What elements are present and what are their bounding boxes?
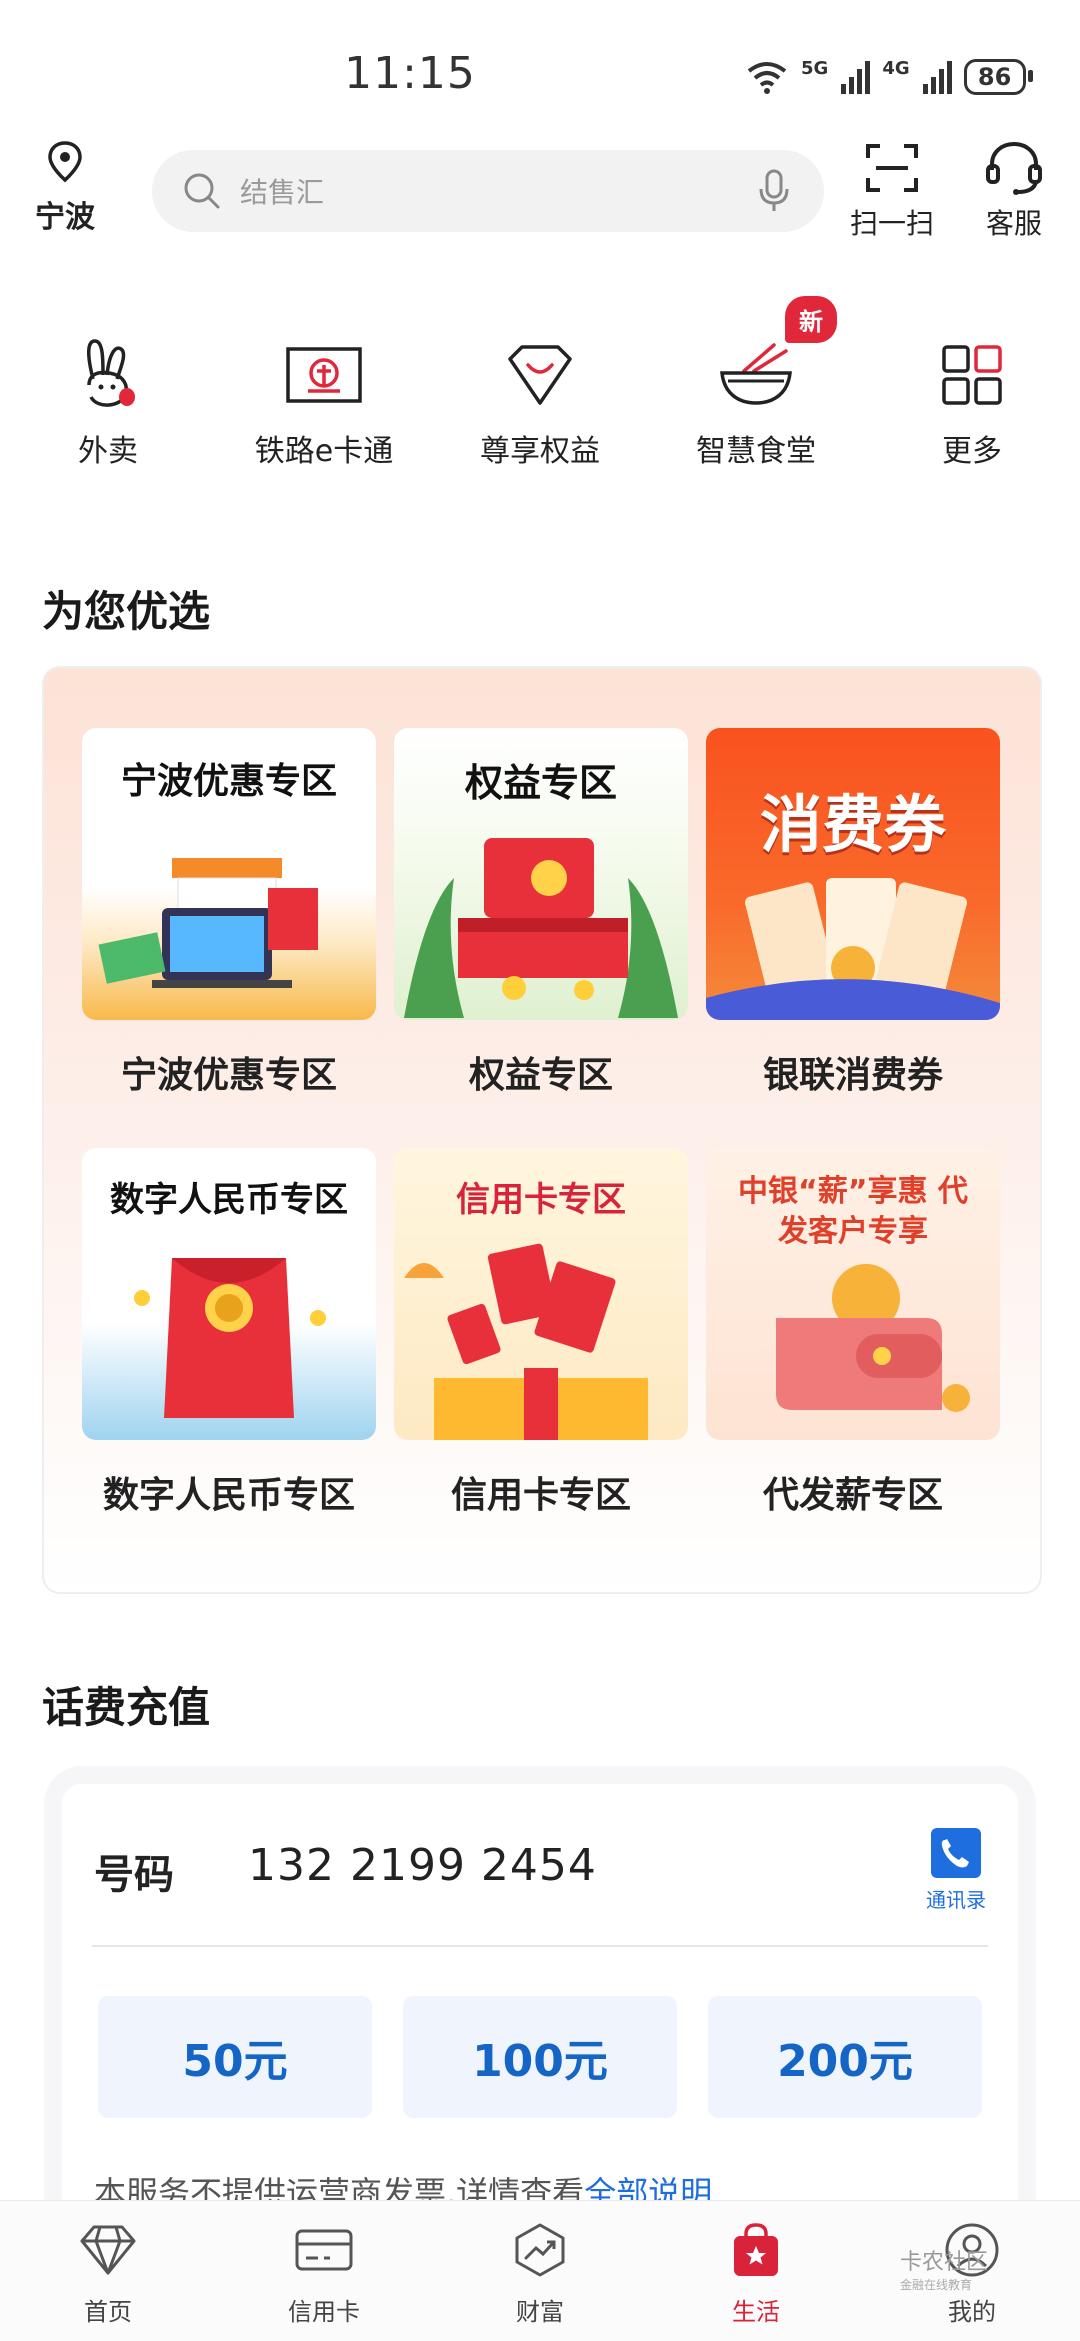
card-title-digital-rmb: 数字人民币专区 bbox=[102, 1475, 355, 1516]
location-label: 宁波 bbox=[35, 200, 95, 235]
network-5g-label: 5G bbox=[801, 58, 829, 79]
rabbit-icon bbox=[87, 339, 135, 407]
tab-label-wealth: 财富 bbox=[516, 2298, 564, 2326]
nav-item-more[interactable]: 更多 bbox=[892, 330, 1052, 470]
card-digital-rmb[interactable]: 数字人民币专区 数字人民币专区 bbox=[82, 1148, 376, 1518]
microphone-icon[interactable] bbox=[754, 167, 794, 215]
status-icons: 5G 4G 86 bbox=[745, 52, 1033, 102]
wallet-icon bbox=[776, 1264, 970, 1412]
watermark: 卡农社区 金融在线教育 bbox=[900, 2252, 988, 2296]
card-title-unionpay-coupons: 银联消费券 bbox=[762, 1055, 943, 1096]
railway-card-icon bbox=[286, 347, 362, 403]
tab-label-credit-card: 信用卡 bbox=[288, 2298, 360, 2326]
location-pin-icon bbox=[48, 141, 82, 183]
recharge-divider bbox=[92, 1945, 988, 1947]
nav-label-privileges: 尊享权益 bbox=[480, 434, 600, 469]
falling-envelopes-icon bbox=[404, 1243, 648, 1440]
red-envelope-icon bbox=[134, 1258, 326, 1418]
battery-indicator: 86 bbox=[963, 59, 1033, 95]
shopping-bag-icon bbox=[734, 2223, 778, 2276]
nav-item-privileges[interactable]: 尊享权益 bbox=[460, 330, 620, 470]
customer-service-button[interactable]: 客服 bbox=[964, 140, 1064, 242]
tab-label-mine: 我的 bbox=[948, 2298, 996, 2326]
noodle-bowl-icon bbox=[720, 343, 792, 405]
contacts-label: 通讯录 bbox=[926, 1888, 986, 1912]
card-image-payroll-zone: 中银“薪”享惠 代发客户专享 bbox=[706, 1148, 1000, 1440]
tab-wealth[interactable]: 财富 bbox=[470, 2218, 610, 2327]
tab-label-life: 生活 bbox=[732, 2298, 780, 2326]
phone-book-icon bbox=[931, 1828, 981, 1878]
search-icon bbox=[184, 173, 220, 209]
grid-more-icon bbox=[942, 345, 1002, 405]
card-title-payroll-zone: 代发薪专区 bbox=[762, 1475, 943, 1516]
signal-icon bbox=[841, 61, 871, 94]
scan-button[interactable]: 扫一扫 bbox=[842, 140, 942, 242]
coupon-icon bbox=[706, 878, 1000, 1020]
tab-life[interactable]: 生活 bbox=[686, 2218, 826, 2327]
watermark-subtitle: 金融在线教育 bbox=[900, 2278, 973, 2292]
tab-credit-card[interactable]: 信用卡 bbox=[254, 2218, 394, 2327]
nav-label-railway-card: 铁路e卡通 bbox=[254, 434, 394, 469]
nav-item-railway-card[interactable]: 铁路e卡通 bbox=[244, 330, 404, 470]
tab-label-home: 首页 bbox=[84, 2298, 132, 2326]
card-image-credit-card-zone: 信用卡专区 bbox=[394, 1148, 688, 1440]
amount-option-200[interactable]: 200元 bbox=[708, 1996, 982, 2118]
amount-option-50[interactable]: 50元 bbox=[98, 1996, 372, 2118]
diamond-icon bbox=[80, 2225, 136, 2275]
nav-label-more: 更多 bbox=[942, 434, 1002, 469]
card-credit-card-zone[interactable]: 信用卡专区 信用卡专区 bbox=[394, 1148, 688, 1518]
card-image-privileges-zone: 权益专区 bbox=[394, 728, 688, 1020]
new-badge: 新 bbox=[785, 296, 837, 343]
red-gift-box-icon bbox=[404, 838, 678, 1018]
recharge-section-title: 话费充值 bbox=[42, 1683, 211, 1732]
amount-option-100[interactable]: 100元 bbox=[403, 1996, 677, 2118]
diamond-badge-icon bbox=[508, 345, 572, 405]
card-ningbo-deals[interactable]: 宁波优惠专区 宁波优惠专区 bbox=[82, 728, 376, 1098]
nav-item-smart-canteen[interactable]: 智慧食堂 bbox=[676, 330, 836, 470]
scan-label: 扫一扫 bbox=[849, 207, 934, 240]
contacts-button[interactable]: 通讯录 bbox=[920, 1826, 992, 1913]
card-payroll-zone[interactable]: 中银“薪”享惠 代发客户专享 代发薪专区 bbox=[706, 1148, 1000, 1518]
card-privileges-zone[interactable]: 权益专区 权益专区 bbox=[394, 728, 688, 1098]
service-label: 客服 bbox=[985, 207, 1042, 240]
card-title-credit-card-zone: 信用卡专区 bbox=[450, 1475, 631, 1516]
featured-section-title: 为您优选 bbox=[42, 587, 211, 636]
chart-trend-icon bbox=[515, 2223, 565, 2277]
status-time: 11:15 bbox=[344, 48, 476, 99]
watermark-title: 卡农社区 bbox=[900, 2250, 989, 2275]
phone-number-field[interactable]: 132 2199 2454 bbox=[248, 1840, 597, 1891]
network-4g-label: 4G bbox=[882, 58, 910, 79]
search-placeholder: 结售汇 bbox=[240, 176, 325, 209]
scan-icon bbox=[866, 144, 918, 192]
nav-label-takeout: 外卖 bbox=[78, 434, 138, 469]
shop-laptop-icon bbox=[98, 858, 318, 988]
wifi-icon bbox=[747, 62, 787, 94]
nav-label-smart-canteen: 智慧食堂 bbox=[696, 434, 816, 469]
card-unionpay-coupons[interactable]: 消费券 银联消费券 bbox=[706, 728, 1000, 1098]
credit-card-icon bbox=[295, 2229, 353, 2271]
card-title-privileges-zone: 权益专区 bbox=[468, 1055, 613, 1096]
location-selector[interactable]: 宁波 bbox=[30, 140, 100, 236]
card-image-digital-rmb: 数字人民币专区 bbox=[82, 1148, 376, 1440]
phone-label: 号码 bbox=[94, 1852, 174, 1898]
headset-icon bbox=[986, 141, 1042, 195]
card-image-unionpay-coupons: 消费券 bbox=[706, 728, 1000, 1020]
signal-icon-2 bbox=[922, 61, 952, 94]
card-title-ningbo-deals: 宁波优惠专区 bbox=[120, 1055, 337, 1096]
nav-item-takeout[interactable]: 外卖 bbox=[28, 330, 188, 470]
search-bar[interactable]: 结售汇 bbox=[152, 150, 824, 232]
tab-home[interactable]: 首页 bbox=[38, 2218, 178, 2327]
card-image-ningbo-deals: 宁波优惠专区 bbox=[82, 728, 376, 1020]
